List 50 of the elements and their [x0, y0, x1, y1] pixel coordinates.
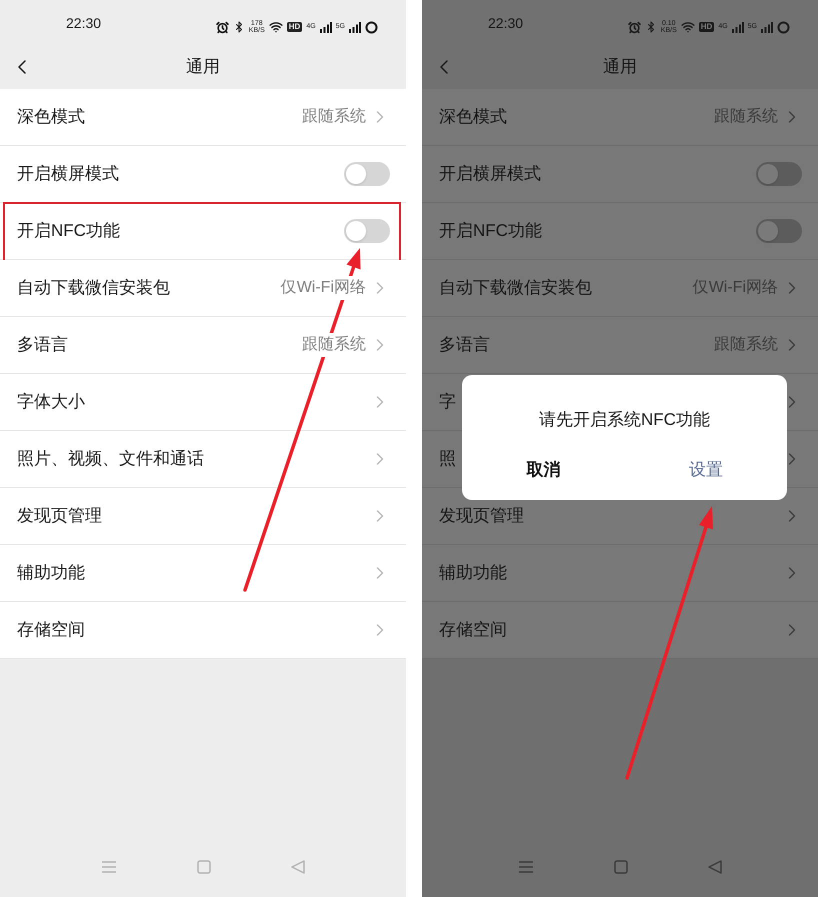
menu-icon[interactable]: [518, 860, 534, 874]
signal-icon: [349, 22, 361, 32]
home-icon[interactable]: [614, 860, 628, 874]
alarm-icon: [216, 20, 229, 34]
back-triangle-icon[interactable]: [708, 860, 722, 874]
alarm-icon: [628, 20, 641, 34]
row-label[interactable]: 字体大小: [17, 389, 85, 415]
wifi-icon: [268, 20, 283, 34]
row-value: 仅Wi-Fi网络: [280, 276, 366, 300]
dialog-button[interactable]: 取消: [462, 452, 624, 486]
row-label[interactable]: 字: [439, 389, 456, 415]
menu-icon[interactable]: [101, 860, 117, 874]
row-label[interactable]: 开启NFC功能: [17, 218, 120, 244]
row-label[interactable]: 深色模式: [17, 104, 85, 130]
dialog-button[interactable]: 设置: [624, 452, 787, 486]
row-label[interactable]: 辅助功能: [17, 560, 85, 586]
row-label[interactable]: 照: [439, 446, 456, 472]
row-label[interactable]: 存储空间: [17, 617, 85, 643]
battery-ring-icon: [365, 20, 378, 34]
row-label[interactable]: 自动下载微信安装包: [17, 275, 170, 301]
signal-icon: [320, 22, 332, 32]
status-time: 22:30: [488, 14, 524, 33]
row-label[interactable]: 开启横屏模式: [439, 161, 541, 187]
row-label[interactable]: 发现页管理: [17, 503, 102, 529]
row-label[interactable]: 自动下载微信安装包: [439, 275, 592, 301]
hd-badge: HD: [698, 22, 714, 32]
row-value: 跟随系统: [302, 333, 366, 357]
signal-icon: [732, 22, 744, 32]
row-label[interactable]: 多语言: [17, 332, 68, 358]
page-title: 通用: [186, 56, 220, 78]
toggle-switch[interactable]: [756, 219, 802, 243]
back-triangle-icon[interactable]: [291, 860, 305, 874]
row-label[interactable]: 发现页管理: [439, 503, 524, 529]
hd-badge: HD: [286, 22, 302, 32]
battery-ring-icon: [777, 20, 790, 34]
dialog-message: 请先开启系统NFC功能: [539, 409, 710, 431]
row-label[interactable]: 开启横屏模式: [17, 161, 119, 187]
row-label[interactable]: 深色模式: [439, 104, 507, 130]
row-label[interactable]: 开启NFC功能: [439, 218, 542, 244]
toggle-switch[interactable]: [344, 219, 390, 243]
toggle-switch[interactable]: [344, 162, 390, 186]
row-label[interactable]: 多语言: [439, 332, 490, 358]
wifi-icon: [680, 20, 695, 34]
home-icon[interactable]: [197, 860, 211, 874]
toggle-switch[interactable]: [756, 162, 802, 186]
status-time: 22:30: [66, 14, 102, 33]
page-title: 通用: [603, 56, 637, 78]
signal-icon: [761, 22, 773, 32]
row-label[interactable]: 存储空间: [439, 617, 507, 643]
row-label[interactable]: 辅助功能: [439, 560, 507, 586]
